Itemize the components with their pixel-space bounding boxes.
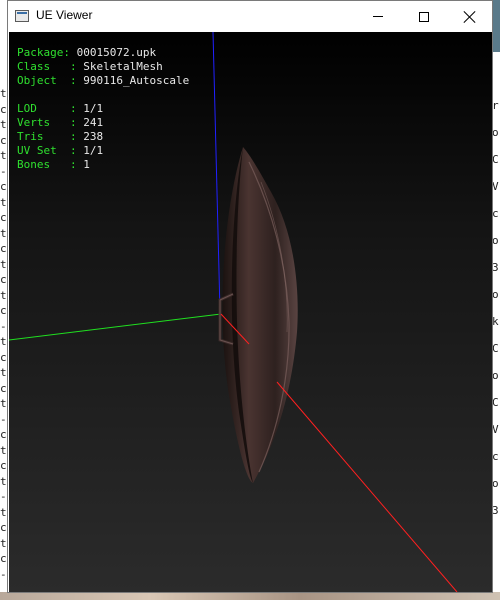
background-console-char: c (0, 304, 7, 317)
background-console-char: t (0, 149, 7, 162)
info-class-value: SkeletalMesh (83, 60, 163, 73)
title-bar[interactable]: UE Viewer (8, 1, 492, 32)
info-object-value: 990116_Autoscale (83, 74, 190, 87)
background-console-char: t (0, 366, 7, 379)
background-console-char: c (0, 350, 7, 364)
info-uvset-row: UV Set : 1/1 (17, 144, 189, 158)
background-console-char: t (0, 195, 7, 209)
background-console-char: c (0, 211, 7, 224)
background-console-char: c (0, 102, 7, 116)
background-console-char: t (0, 474, 7, 488)
background-desktop-strip (0, 592, 500, 600)
info-bones-value: 1 (83, 158, 90, 171)
background-console-char: - (0, 490, 7, 503)
info-package-row: Package: 00015072.upk (17, 46, 189, 60)
background-console-char: c (0, 381, 7, 395)
background-console-char: t (0, 87, 7, 100)
background-console-char: c (0, 180, 7, 193)
background-console-char: t (0, 443, 7, 457)
info-tris-row: Tris : 238 (17, 130, 189, 144)
background-console-char: c (0, 521, 7, 534)
info-object-label: Object : (17, 74, 84, 87)
app-window-icon (15, 10, 29, 22)
background-console-char: - (0, 567, 7, 581)
background-console-char: c (0, 428, 7, 441)
minimize-button[interactable] (355, 1, 401, 32)
background-console-char: t (0, 257, 7, 271)
info-uvset-value: 1/1 (83, 144, 104, 157)
info-lod-value: 1/1 (83, 102, 104, 115)
info-class-label: Class : (17, 60, 84, 73)
z-axis-line (212, 32, 221, 313)
maximize-button[interactable] (401, 1, 447, 32)
background-console-char: c (0, 133, 7, 147)
info-lod-row: LOD : 1/1 (17, 102, 189, 116)
skeletal-mesh-shield (218, 147, 298, 483)
window-title: UE Viewer (36, 8, 93, 22)
info-package-label: Package: (17, 46, 77, 59)
info-verts-label: Verts : (17, 116, 84, 129)
mesh-info-overlay: Package: 00015072.upk Class : SkeletalMe… (17, 46, 189, 172)
background-console-char: c (0, 273, 7, 286)
3d-viewport[interactable]: Package: 00015072.upk Class : SkeletalMe… (9, 32, 492, 592)
close-button[interactable] (447, 1, 493, 32)
close-icon (464, 11, 476, 23)
info-tris-value: 238 (83, 130, 104, 143)
background-console-char: t (0, 335, 7, 348)
background-console-char: - (0, 412, 7, 426)
background-console-char: t (0, 226, 7, 240)
maximize-icon (419, 11, 429, 22)
background-console-char: t (0, 536, 7, 550)
background-desktop-corner (492, 0, 500, 52)
background-console-char: c (0, 242, 7, 255)
background-console-char: c (0, 552, 7, 565)
info-package-value: 00015072.upk (76, 46, 157, 59)
info-class-row: Class : SkeletalMesh (17, 60, 189, 74)
info-bones-label: Bones : (17, 158, 84, 171)
background-console-char: t (0, 397, 7, 410)
background-console-char: - (0, 164, 7, 178)
background-console-char: t (0, 288, 7, 302)
ue-viewer-window[interactable]: UE Viewer Package: 00015072.upk Class: … (7, 0, 493, 593)
info-lod-label: LOD : (17, 102, 84, 115)
info-uvset-label: UV Set : (17, 144, 84, 157)
y-axis-line (9, 313, 222, 341)
info-object-row: Object : 990116_Autoscale (17, 74, 189, 88)
background-console-char: c (0, 459, 7, 472)
info-verts-row: Verts : 241 (17, 116, 189, 130)
minimize-icon (373, 16, 383, 17)
info-verts-value: 241 (83, 116, 104, 129)
background-console-char: t (0, 118, 7, 131)
background-console-right: roCVco3okCoCVco3 (492, 0, 500, 600)
info-bones-row: Bones : 1 (17, 158, 189, 172)
background-console-char: - (0, 319, 7, 333)
background-console-char: t (0, 505, 7, 519)
x-axis-line-far (276, 381, 458, 592)
info-tris-label: Tris : (17, 130, 84, 143)
